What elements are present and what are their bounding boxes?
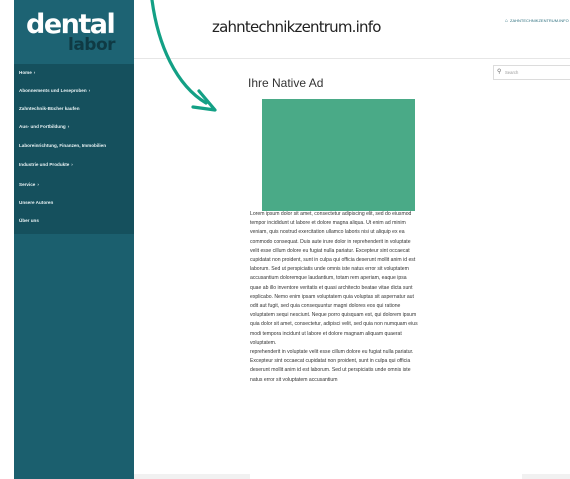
main-menu: Home › Abonnements und Leseproben › Zahnte… bbox=[14, 64, 134, 234]
arrow-head bbox=[191, 89, 217, 112]
article-title: Ihre Native Ad bbox=[248, 76, 324, 90]
header: zahntechnikzentrum.info ⌂ ZAHNTECHNIKZENT… bbox=[134, 0, 570, 59]
menu-item-label: Zahntechnik-Bücher kaufen bbox=[19, 106, 80, 111]
menu-item-label: Laboreinrichtung, Finanzen, Immobilien bbox=[19, 143, 107, 148]
chevron-right-icon: › bbox=[33, 70, 36, 75]
menu-item-industrie[interactable]: Industrie und Produkte › bbox=[19, 158, 73, 172]
chevron-right-icon: › bbox=[71, 162, 73, 167]
site-title[interactable]: zahntechnikzentrum.info bbox=[212, 18, 381, 36]
logo[interactable]: dental labor bbox=[14, 0, 134, 64]
logo-sub-text: labor bbox=[68, 35, 116, 55]
footer-bar bbox=[522, 474, 570, 479]
menu-item-home[interactable]: Home › bbox=[19, 66, 35, 80]
menu-item-label: Über uns bbox=[19, 218, 39, 223]
menu-item-ausbildung[interactable]: Aus- und Fortbildung › bbox=[19, 120, 69, 134]
article-paragraph: Lorem ipsum dolor sit amet, consectetur … bbox=[250, 211, 418, 346]
menu-item-laboreinrichtung[interactable]: Laboreinrichtung, Finanzen, Immobilien bbox=[19, 139, 106, 153]
article-body: Lorem ipsum dolor sit amet, consectetur … bbox=[250, 210, 418, 385]
menu-item-label: Service bbox=[19, 182, 36, 187]
menu-item-buecher[interactable]: Zahntechnik-Bücher kaufen bbox=[19, 102, 80, 116]
top-home-link[interactable]: ⌂ ZAHNTECHNIKZENTRUM.INFO bbox=[505, 18, 569, 24]
search-icon: ⚲ bbox=[497, 69, 502, 75]
menu-item-label: Abonnements und Leseproben bbox=[19, 88, 87, 93]
native-ad-image[interactable] bbox=[262, 99, 415, 211]
sidebar: dental labor Home › Abonnements und Lesep… bbox=[14, 0, 134, 479]
chevron-right-icon: › bbox=[37, 182, 39, 187]
menu-item-autoren[interactable]: Unsere Autoren bbox=[19, 196, 53, 210]
chevron-right-icon: › bbox=[67, 124, 70, 129]
footer-bar bbox=[134, 474, 250, 479]
menu-item-label: Home bbox=[19, 70, 32, 75]
menu-item-label: Aus- und Fortbildung bbox=[19, 124, 66, 129]
search-placeholder: Search bbox=[505, 70, 519, 75]
menu-item-abonnements[interactable]: Abonnements und Leseproben › bbox=[19, 84, 90, 98]
article-paragraph: reprehenderit in voluptate velit esse ci… bbox=[250, 349, 414, 383]
top-link-label: ZAHNTECHNIKZENTRUM.INFO bbox=[510, 18, 569, 23]
search-input[interactable]: ⚲ Search bbox=[493, 65, 570, 80]
menu-item-label: Unsere Autoren bbox=[19, 200, 54, 205]
home-icon: ⌂ bbox=[505, 18, 509, 24]
menu-item-label: Industrie und Produkte bbox=[19, 162, 70, 167]
menu-item-ueber-uns[interactable]: Über uns bbox=[19, 214, 39, 228]
menu-item-service[interactable]: Service › bbox=[19, 178, 39, 192]
chevron-right-icon: › bbox=[88, 88, 91, 93]
